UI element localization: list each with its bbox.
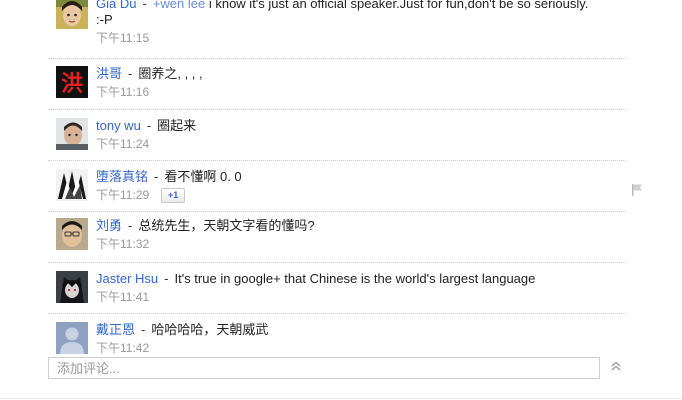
separator: - [146, 118, 152, 133]
separator: - [141, 322, 146, 337]
avatar[interactable]: 洪 [56, 66, 88, 98]
comment-text: 看不懂啊 0. 0 [164, 169, 242, 184]
avatar[interactable] [56, 271, 88, 303]
comment-timestamp[interactable]: 下午11:16 [96, 84, 618, 100]
comment-text: It's true in google+ that Chinese is the… [174, 271, 536, 286]
comment-author[interactable]: 堕落真铭 [96, 169, 148, 184]
add-comment-input[interactable] [48, 357, 600, 379]
comment-author[interactable]: 洪哥 [96, 66, 122, 81]
flag-icon[interactable] [630, 183, 644, 197]
comment-item: 洪 洪哥 - 圈养之, , , , 下午11:16 [48, 59, 626, 110]
divider [0, 398, 682, 399]
avatar[interactable] [56, 118, 88, 150]
comment-text: 圈养之, , , , [138, 66, 203, 81]
comment-text: 总统先生，天朝文字看的懂吗? [138, 218, 315, 233]
separator: - [164, 271, 169, 286]
comment-text-continued: :-P [96, 12, 113, 27]
comment-timestamp[interactable]: 下午11:32 [96, 236, 618, 252]
comment-item: Jaster Hsu - It's true in google+ that Chi… [48, 263, 626, 314]
mention-link[interactable]: +wen lee [153, 0, 205, 11]
comment-timestamp[interactable]: 下午11:42 [96, 340, 618, 356]
separator: - [154, 169, 159, 184]
separator: - [142, 0, 147, 11]
comment-text: 哈哈哈哈，天朝威武 [151, 322, 269, 337]
comment-author[interactable]: Gia Du [96, 0, 136, 11]
separator: - [128, 66, 133, 81]
comment-item: 堕落真铭 - 看不懂啊 0. 0 下午11:29 +1 [48, 161, 642, 212]
double-chevron-up-icon[interactable] [610, 360, 622, 372]
comment-item: tony wu - 圈起来 下午11:24 [48, 110, 626, 161]
comment-author[interactable]: 刘勇 [96, 218, 122, 233]
separator: - [128, 218, 133, 233]
comment-item: Gia Du - +wen lee i know it's just an offi… [48, 0, 626, 59]
comment-author[interactable]: 戴正恩 [96, 322, 135, 337]
comment-author[interactable]: tony wu [96, 118, 141, 133]
comment-timestamp[interactable]: 下午11:41 [96, 289, 618, 305]
avatar[interactable] [56, 169, 88, 201]
comment-timestamp[interactable]: 下午11:15 [96, 30, 618, 46]
comment-timestamp[interactable]: 下午11:24 [96, 136, 618, 152]
avatar-logo-text: 洪 [61, 72, 83, 97]
comment-text: 圈起来 [157, 118, 197, 133]
comment-author[interactable]: Jaster Hsu [96, 271, 158, 286]
avatar[interactable] [56, 0, 88, 29]
plus-one-button[interactable]: +1 [161, 188, 186, 204]
comment-timestamp[interactable]: 下午11:29 [96, 188, 149, 202]
avatar[interactable] [56, 322, 88, 354]
comment-text: i know it's just an official speaker.Jus… [208, 0, 589, 11]
avatar[interactable] [56, 218, 88, 250]
comment-list: Gia Du - +wen lee i know it's just an offi… [48, 0, 642, 364]
comment-item: 刘勇 - 总统先生，天朝文字看的懂吗? 下午11:32 [48, 212, 626, 263]
